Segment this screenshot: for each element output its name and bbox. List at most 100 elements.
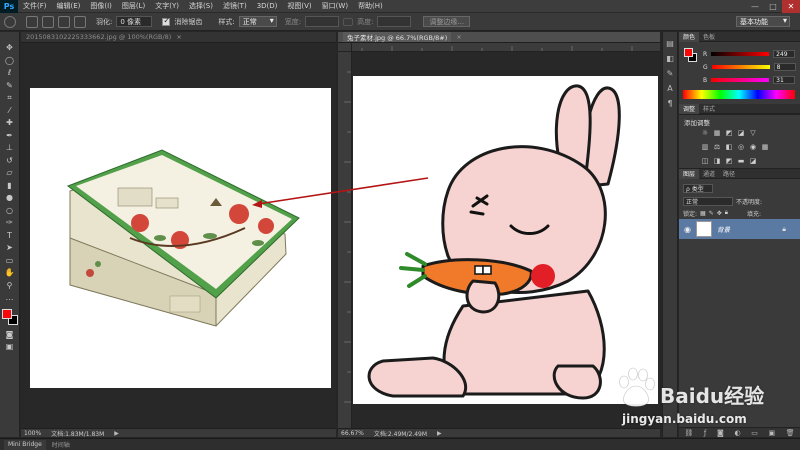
history-brush-tool-icon[interactable]: ↺: [3, 155, 17, 166]
subtract-selection-icon[interactable]: [58, 15, 70, 28]
quick-mask-icon[interactable]: ◙: [3, 329, 17, 340]
menu-help[interactable]: 帮助(H): [353, 1, 388, 11]
green-value[interactable]: 8: [773, 63, 796, 71]
exposure-icon[interactable]: ◪: [737, 129, 745, 137]
eraser-tool-icon[interactable]: ▱: [3, 167, 17, 178]
lock-transparency-icon[interactable]: ▦: [700, 210, 706, 217]
intersect-selection-icon[interactable]: [74, 15, 86, 28]
gradient-map-icon[interactable]: ▬: [737, 157, 745, 165]
screen-mode-icon[interactable]: ▣: [3, 341, 17, 352]
paragraph-panel-icon[interactable]: ¶: [665, 98, 676, 109]
lasso-tool-icon[interactable]: ℓ: [3, 67, 17, 78]
blend-mode-select[interactable]: 正常: [683, 196, 733, 206]
maximize-button[interactable]: □: [764, 0, 782, 13]
vertical-ruler[interactable]: [338, 52, 352, 428]
quick-select-tool-icon[interactable]: ✎: [3, 80, 17, 91]
zoom-readout-left[interactable]: 100%: [24, 430, 41, 437]
style-select[interactable]: 正常: [238, 16, 277, 27]
menu-window[interactable]: 窗口(W): [317, 1, 353, 11]
levels-icon[interactable]: ▦: [713, 129, 721, 137]
curves-icon[interactable]: ◩: [725, 129, 733, 137]
brightness-icon[interactable]: ☼: [701, 129, 709, 137]
color-panel-foreground-swatch[interactable]: [684, 48, 693, 57]
tab-layers[interactable]: 图层: [679, 168, 700, 179]
horizontal-ruler[interactable]: [352, 43, 660, 52]
history-panel-icon[interactable]: ▤: [665, 38, 676, 49]
stamp-tool-icon[interactable]: ⊥: [3, 142, 17, 153]
dodge-tool-icon[interactable]: ○: [3, 205, 17, 216]
tab-timeline[interactable]: 时间轴: [48, 440, 74, 450]
zoom-readout-right[interactable]: 66.67%: [341, 430, 364, 437]
tab-mini-bridge[interactable]: Mini Bridge: [4, 439, 46, 450]
color-spectrum[interactable]: [683, 90, 795, 99]
brush-panel-icon[interactable]: ✎: [665, 68, 676, 79]
document-tab-right[interactable]: 兔子素材.jpg @ 66.7%(RGB/8#) ×: [338, 32, 660, 43]
green-slider[interactable]: [711, 65, 770, 69]
hue-saturation-icon[interactable]: ▥: [701, 143, 709, 151]
brush-tool-icon[interactable]: ✒: [3, 130, 17, 141]
selective-color-icon[interactable]: ◪: [749, 157, 757, 165]
black-white-icon[interactable]: ◧: [725, 143, 733, 151]
photo-filter-icon[interactable]: ◎: [737, 143, 745, 151]
lock-all-icon[interactable]: 🔒︎: [725, 209, 728, 217]
type-tool-icon[interactable]: T: [3, 230, 17, 241]
layer-filter-select[interactable]: ρ 类型: [683, 183, 713, 193]
vibrance-icon[interactable]: ▽: [749, 129, 757, 137]
tab-styles[interactable]: 样式: [699, 104, 719, 114]
menu-view[interactable]: 视图(V): [282, 1, 316, 11]
path-select-tool-icon[interactable]: ➤: [3, 242, 17, 253]
menu-edit[interactable]: 编辑(E): [52, 1, 86, 11]
menu-select[interactable]: 选择(S): [184, 1, 218, 11]
eyedropper-tool-icon[interactable]: ⁄: [3, 105, 17, 116]
antialias-checkbox[interactable]: [162, 16, 171, 26]
layer-row-background[interactable]: ◉ 背景 🔒︎: [679, 219, 800, 239]
posterize-icon[interactable]: ◨: [713, 157, 721, 165]
color-swatches[interactable]: [1, 308, 18, 325]
shape-tool-icon[interactable]: ▭: [3, 255, 17, 266]
blur-tool-icon[interactable]: ●: [3, 192, 17, 203]
minimize-button[interactable]: —: [746, 0, 764, 13]
elliptical-marquee-icon[interactable]: [4, 15, 16, 28]
visibility-eye-icon[interactable]: ◉: [684, 225, 691, 234]
swap-dimensions-icon[interactable]: [343, 17, 354, 26]
close-tab-icon[interactable]: ×: [176, 33, 181, 41]
properties-panel-icon[interactable]: ◧: [665, 53, 676, 64]
zoom-tool-icon[interactable]: ⚲: [3, 280, 17, 291]
gradient-tool-icon[interactable]: ▮: [3, 180, 17, 191]
close-tab-icon[interactable]: ×: [456, 33, 461, 41]
tab-swatches[interactable]: 色板: [699, 32, 719, 42]
move-tool-icon[interactable]: ✥: [3, 42, 17, 53]
status-menu-arrow-icon[interactable]: ▶: [437, 430, 442, 437]
character-panel-icon[interactable]: A: [665, 83, 676, 94]
blue-slider[interactable]: [711, 78, 770, 82]
tab-channels[interactable]: 通道: [699, 169, 719, 179]
hand-tool-icon[interactable]: ✋: [3, 267, 17, 278]
menu-layer[interactable]: 图层(L): [117, 1, 150, 11]
invert-icon[interactable]: ◫: [701, 157, 709, 165]
pen-tool-icon[interactable]: ✑: [3, 217, 17, 228]
canvas-right[interactable]: [353, 76, 658, 404]
red-slider[interactable]: [711, 52, 770, 56]
menu-filter[interactable]: 滤镜(T): [218, 1, 252, 11]
canvas-left[interactable]: [30, 88, 331, 388]
menu-type[interactable]: 文字(Y): [150, 1, 184, 11]
tab-color[interactable]: 颜色: [679, 31, 700, 42]
color-balance-icon[interactable]: ⚖: [713, 143, 721, 151]
more-tools-icon[interactable]: …: [3, 292, 17, 303]
foreground-color-swatch[interactable]: [1, 308, 12, 319]
lock-position-icon[interactable]: ✥: [717, 210, 722, 217]
blue-value[interactable]: 31: [773, 76, 796, 84]
document-tab-left[interactable]: 20150831022253336​62.jpg @ 100%(RGB/8) ×: [21, 32, 336, 43]
lock-brush-icon[interactable]: ✎: [709, 210, 714, 217]
crop-tool-icon[interactable]: ⌗: [3, 92, 17, 103]
healing-tool-icon[interactable]: ✚: [3, 117, 17, 128]
channel-mixer-icon[interactable]: ◉: [749, 143, 757, 151]
menu-file[interactable]: 文件(F): [18, 1, 52, 11]
status-menu-arrow-icon[interactable]: ▶: [114, 430, 119, 437]
feather-input[interactable]: 0 像素: [116, 16, 153, 27]
threshold-icon[interactable]: ◩: [725, 157, 733, 165]
new-selection-icon[interactable]: [26, 15, 38, 28]
close-button[interactable]: ✕: [782, 0, 800, 13]
tab-adjustments[interactable]: 调整: [679, 103, 700, 114]
tab-paths[interactable]: 路径: [719, 169, 739, 179]
